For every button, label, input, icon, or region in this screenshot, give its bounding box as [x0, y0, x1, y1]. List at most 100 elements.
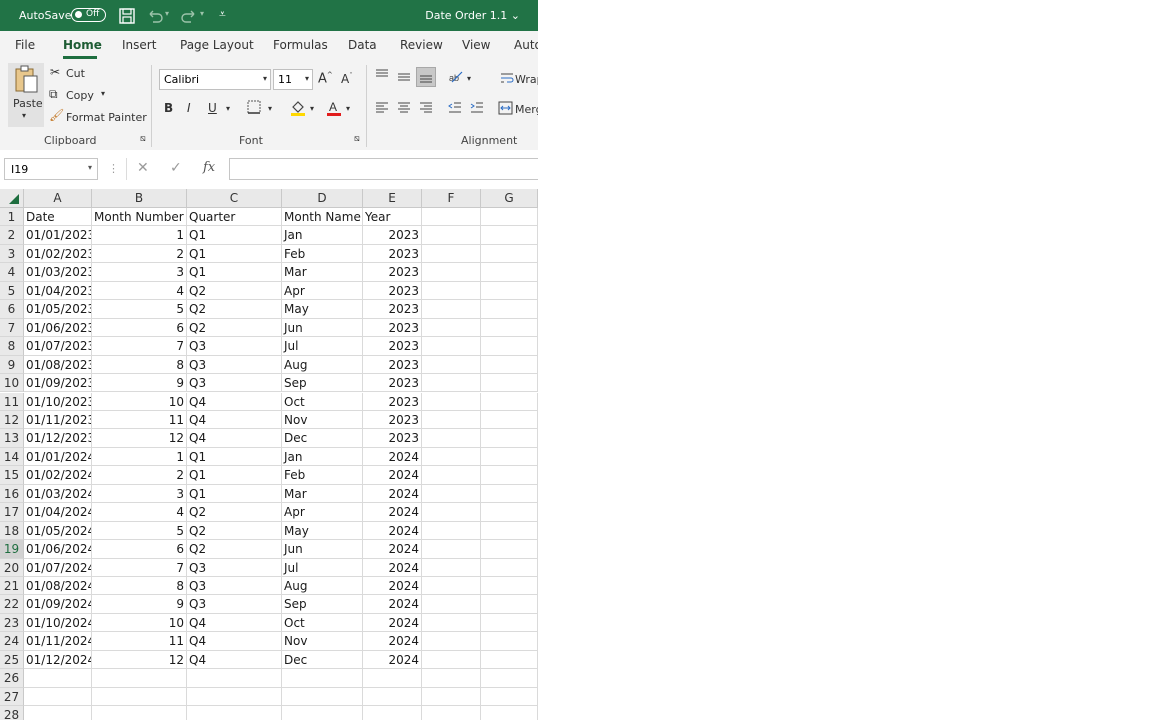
row-header-12[interactable]: 12	[0, 410, 24, 430]
cell-a11[interactable]: 01/10/2023	[24, 392, 92, 411]
column-header-e[interactable]: E	[363, 189, 422, 208]
redo-icon[interactable]	[180, 7, 198, 25]
cell-a3[interactable]: 01/02/2023	[24, 244, 92, 264]
cell-e15[interactable]: 2024	[363, 466, 422, 485]
cell-c8[interactable]: Q3	[187, 337, 282, 356]
cell-f11[interactable]	[422, 392, 481, 411]
cell-f16[interactable]	[422, 484, 481, 504]
align-center-icon[interactable]	[397, 101, 411, 119]
cell-f23[interactable]	[422, 613, 481, 633]
increase-font-size-icon[interactable]: A^	[318, 71, 333, 86]
cell-a12[interactable]: 01/11/2023	[24, 410, 92, 430]
row-header-15[interactable]: 15	[0, 466, 24, 485]
cell-e12[interactable]: 2023	[363, 410, 422, 430]
cell-f17[interactable]	[422, 503, 481, 522]
cell-b26[interactable]	[92, 669, 187, 688]
column-header-d[interactable]: D	[282, 189, 363, 208]
cell-c15[interactable]: Q1	[187, 466, 282, 485]
cell-b22[interactable]: 9	[92, 595, 187, 614]
row-header-2[interactable]: 2	[0, 226, 24, 245]
cell-b3[interactable]: 2	[92, 244, 187, 264]
cell-b13[interactable]: 12	[92, 429, 187, 448]
cell-d3[interactable]: Feb	[282, 244, 363, 264]
row-header-11[interactable]: 11	[0, 392, 24, 411]
cell-c13[interactable]: Q4	[187, 429, 282, 448]
cell-d26[interactable]	[282, 669, 363, 688]
cell-f15[interactable]	[422, 466, 481, 485]
cell-d5[interactable]: Apr	[282, 281, 363, 301]
cell-c17[interactable]: Q2	[187, 503, 282, 522]
cell-a19[interactable]: 01/06/2024	[24, 540, 92, 559]
cell-c26[interactable]	[187, 669, 282, 688]
cell-g2[interactable]	[481, 226, 538, 245]
cell-e22[interactable]: 2024	[363, 595, 422, 614]
cell-g23[interactable]	[481, 613, 538, 633]
cell-f26[interactable]	[422, 669, 481, 688]
row-header-16[interactable]: 16	[0, 484, 24, 504]
cell-b24[interactable]: 11	[92, 632, 187, 651]
undo-dropdown-icon[interactable]: ▾	[165, 9, 169, 18]
cell-e1[interactable]: Year	[363, 208, 422, 227]
cell-d14[interactable]: Jan	[282, 447, 363, 467]
row-header-14[interactable]: 14	[0, 447, 24, 467]
tab-view[interactable]: View	[462, 38, 490, 52]
cell-g18[interactable]	[481, 521, 538, 541]
cell-b16[interactable]: 3	[92, 484, 187, 504]
cell-b1[interactable]: Month Number	[92, 208, 187, 227]
cell-d6[interactable]: May	[282, 300, 363, 319]
insert-function-icon[interactable]: fx	[203, 160, 215, 175]
cell-f12[interactable]	[422, 410, 481, 430]
autosave-toggle[interactable]: Off	[71, 8, 106, 22]
cell-e13[interactable]: 2023	[363, 429, 422, 448]
borders-dropdown-icon[interactable]: ▾	[268, 104, 272, 113]
cell-c4[interactable]: Q1	[187, 263, 282, 282]
cell-c2[interactable]: Q1	[187, 226, 282, 245]
cell-a8[interactable]: 01/07/2023	[24, 337, 92, 356]
tab-data[interactable]: Data	[348, 38, 377, 52]
cell-g6[interactable]	[481, 300, 538, 319]
cancel-icon[interactable]: ✕	[137, 160, 149, 176]
cell-f18[interactable]	[422, 521, 481, 541]
cell-c16[interactable]: Q1	[187, 484, 282, 504]
cell-c27[interactable]	[187, 687, 282, 707]
fill-color-icon[interactable]	[290, 99, 306, 121]
cell-g21[interactable]	[481, 577, 538, 596]
row-header-28[interactable]: 28	[0, 706, 24, 720]
cell-b28[interactable]	[92, 706, 187, 720]
cell-g4[interactable]	[481, 263, 538, 282]
cell-a16[interactable]: 01/03/2024	[24, 484, 92, 504]
cell-d21[interactable]: Aug	[282, 577, 363, 596]
cell-d18[interactable]: May	[282, 521, 363, 541]
cell-f25[interactable]	[422, 650, 481, 670]
cell-f1[interactable]	[422, 208, 481, 227]
format-painter-icon[interactable]: 🖌	[49, 108, 64, 122]
cell-c25[interactable]: Q4	[187, 650, 282, 670]
cell-g8[interactable]	[481, 337, 538, 356]
column-header-b[interactable]: B	[92, 189, 187, 208]
cell-e20[interactable]: 2024	[363, 558, 422, 577]
underline-button[interactable]: U	[208, 101, 217, 115]
cell-a22[interactable]: 01/09/2024	[24, 595, 92, 614]
cell-e16[interactable]: 2024	[363, 484, 422, 504]
cell-e3[interactable]: 2023	[363, 244, 422, 264]
font-color-icon[interactable]: A	[326, 99, 342, 121]
redo-dropdown-icon[interactable]: ▾	[200, 9, 204, 18]
clipboard-launcher-icon[interactable]: ⧅	[140, 134, 146, 144]
cell-d16[interactable]: Mar	[282, 484, 363, 504]
cell-a23[interactable]: 01/10/2024	[24, 613, 92, 633]
document-title[interactable]: Date Order 1.1 ⌄	[425, 9, 520, 22]
cell-b5[interactable]: 4	[92, 281, 187, 301]
cell-a2[interactable]: 01/01/2023	[24, 226, 92, 245]
cell-g1[interactable]	[481, 208, 538, 227]
cell-d2[interactable]: Jan	[282, 226, 363, 245]
row-header-23[interactable]: 23	[0, 613, 24, 633]
cell-d10[interactable]: Sep	[282, 374, 363, 393]
cell-g20[interactable]	[481, 558, 538, 577]
cell-e18[interactable]: 2024	[363, 521, 422, 541]
cell-a27[interactable]	[24, 687, 92, 707]
tab-home[interactable]: Home	[63, 38, 102, 52]
row-header-4[interactable]: 4	[0, 263, 24, 282]
cell-d1[interactable]: Month Name	[282, 208, 363, 227]
cell-c6[interactable]: Q2	[187, 300, 282, 319]
bottom-align-icon[interactable]	[416, 67, 436, 87]
